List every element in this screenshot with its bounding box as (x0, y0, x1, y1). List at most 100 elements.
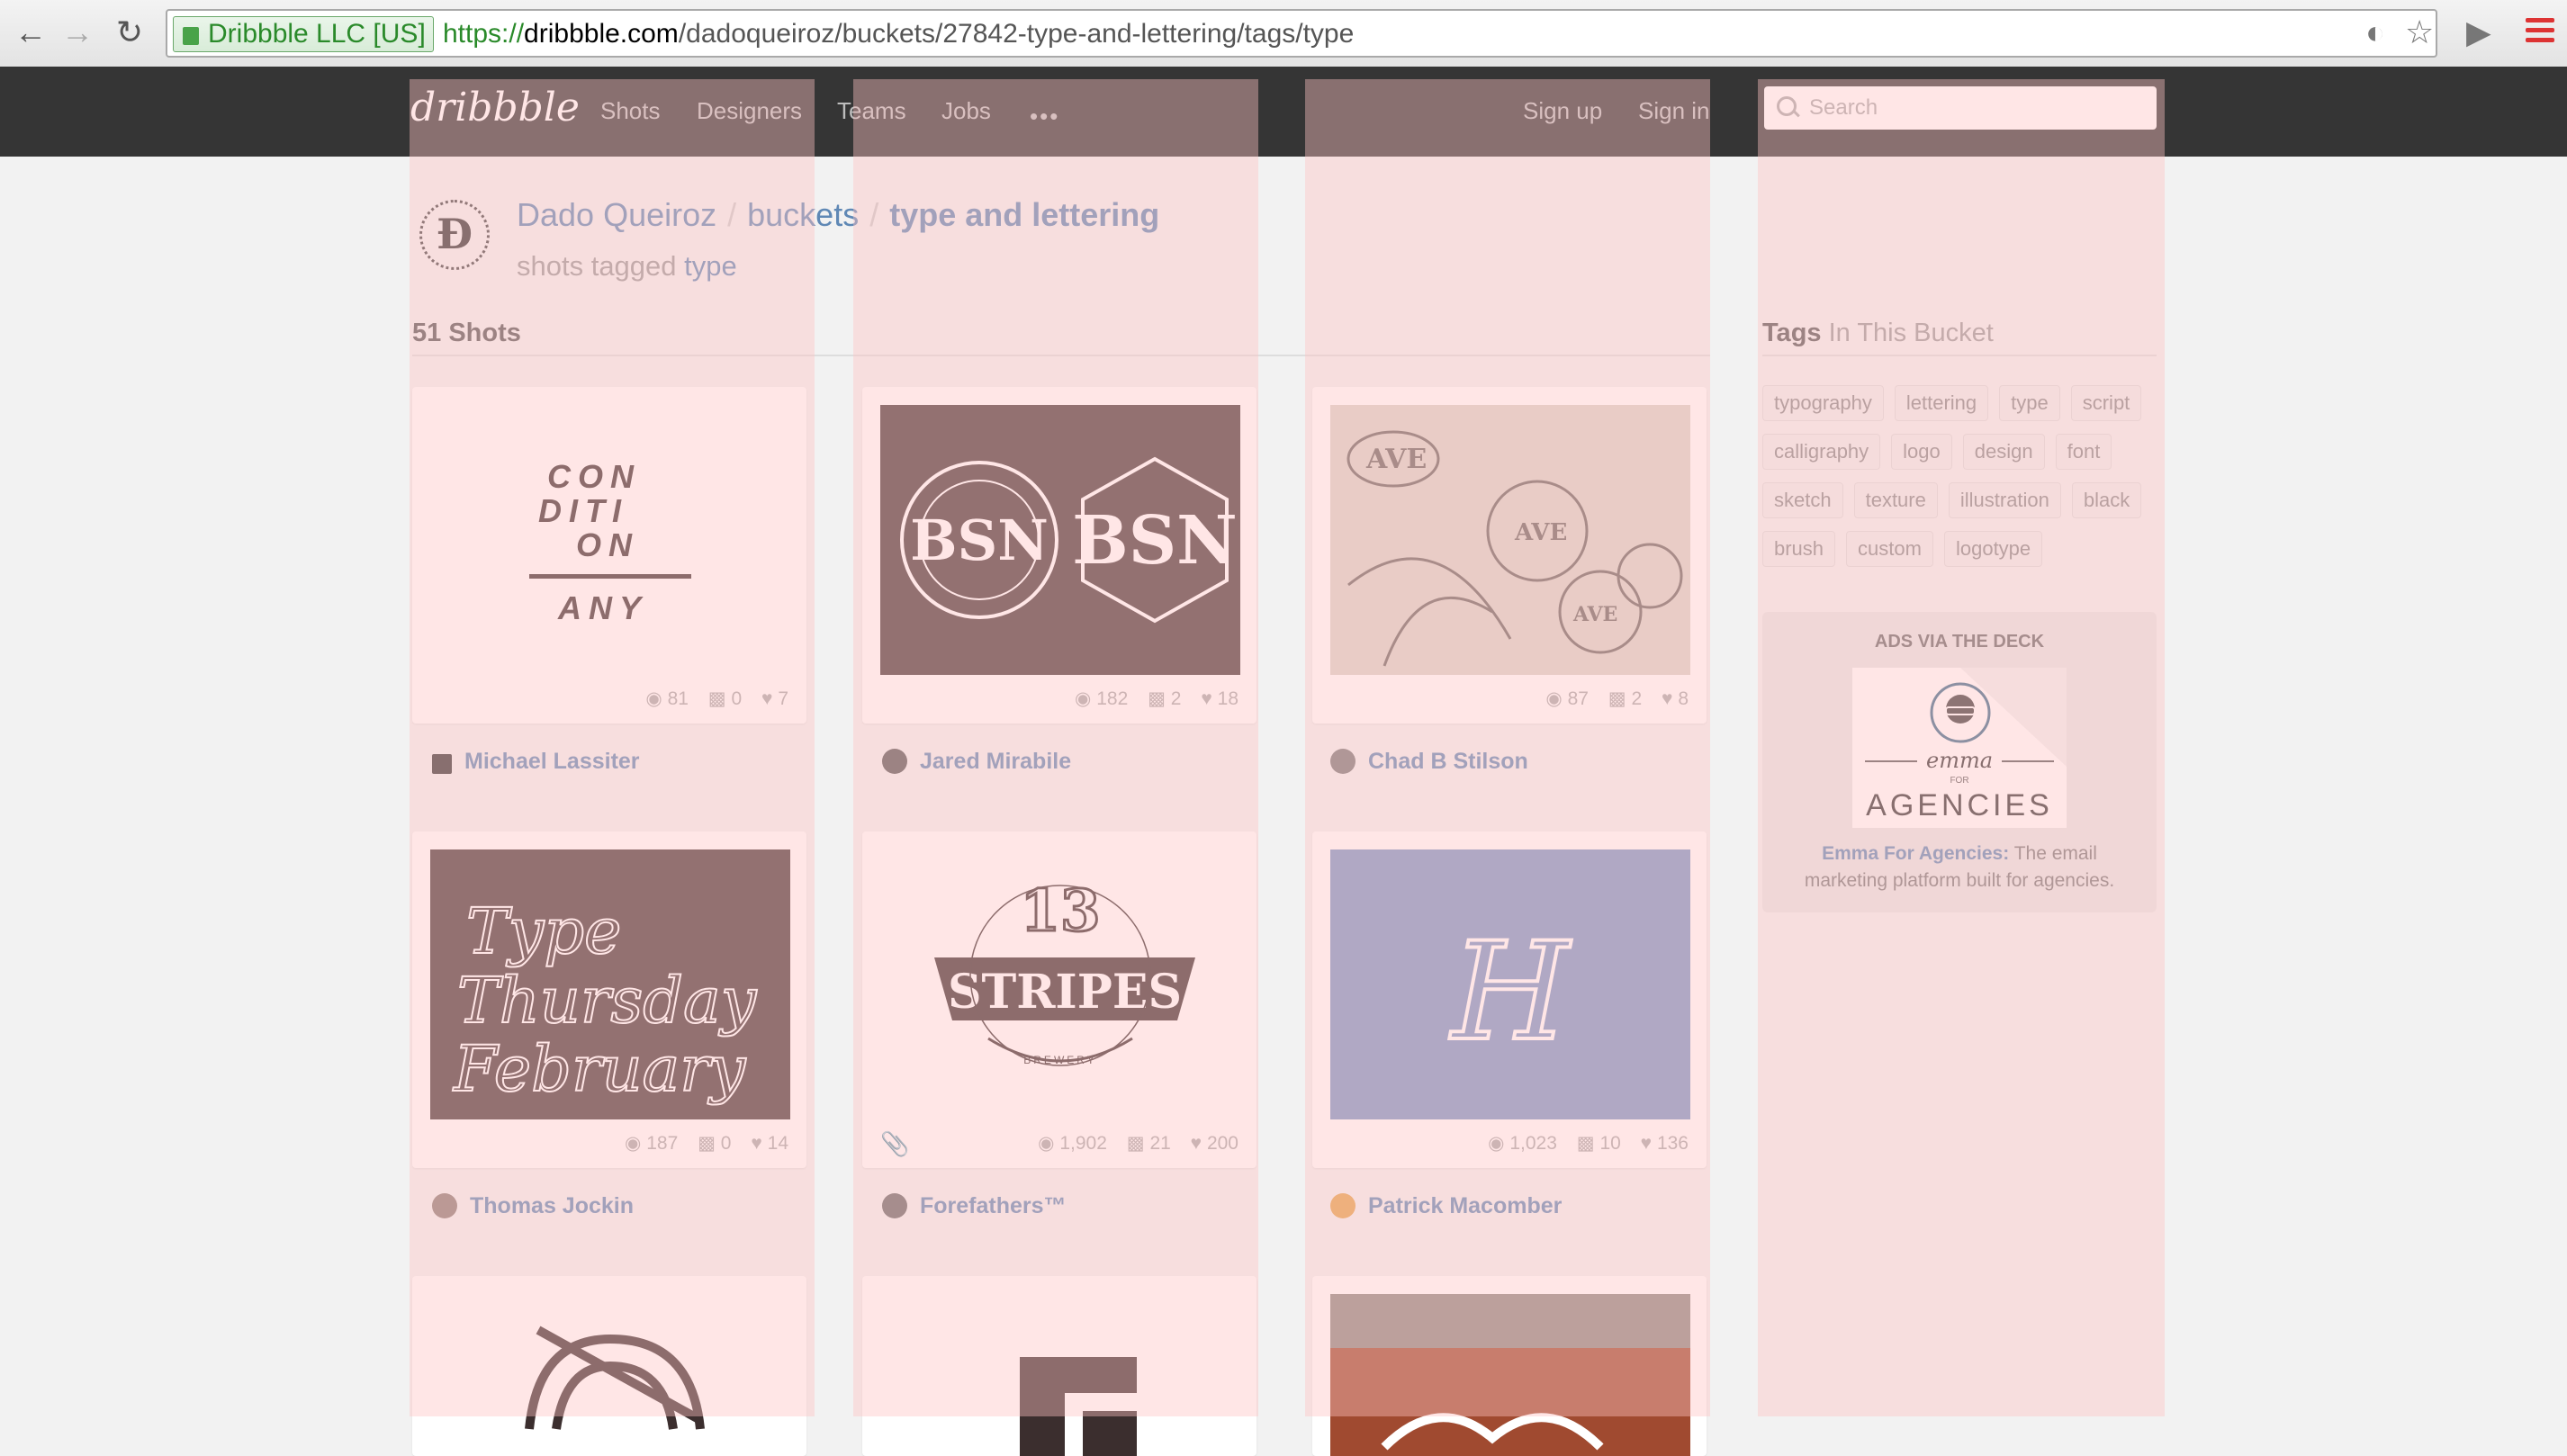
shot-card[interactable]: CON DITI ON ANY CON ◉ 81 ▩ 0 ♥ 7 (412, 387, 806, 724)
svg-text:ANY: ANY (557, 589, 648, 626)
shot-card[interactable]: H ◉ 1,023 ▩ 10 ♥ 136 (1312, 831, 1707, 1168)
svg-text:BSN: BSN (910, 508, 1049, 573)
tag-font[interactable]: font (2055, 434, 2112, 470)
ev-certificate-badge[interactable]: Dribbble LLC [US] (173, 16, 434, 52)
tag-custom[interactable]: custom (1846, 531, 1933, 567)
dribbble-logo[interactable]: dribbble (410, 85, 580, 130)
shot-card[interactable]: BSN BSN ◉ 182 ▩ 2 ♥ 18 (862, 387, 1256, 724)
shot-stats: ◉ 1,023 ▩ 10 ♥ 136 (1488, 1133, 1689, 1154)
address-bar[interactable]: Dribbble LLC [US] https://dribbble.com/d… (166, 9, 2437, 58)
tag-texture[interactable]: texture (1853, 482, 1938, 518)
browser-toolbar: ← → ↻ Dribbble LLC [US] https://dribbble… (0, 0, 2567, 67)
ad-image[interactable]: emma FOR AGENCIES (1852, 668, 2067, 828)
tag-black[interactable]: black (2071, 482, 2142, 518)
search-input[interactable]: Search (1764, 86, 2157, 130)
shot-stats: ◉ 182 ▩ 2 ♥ 18 (1075, 688, 1238, 709)
shot-card[interactable]: Type Thursday February ◉ 187 ▩ 0 ♥ 14 (412, 831, 806, 1168)
shot-thumbnail[interactable] (880, 1294, 1240, 1456)
svg-text:February: February (452, 1032, 747, 1106)
views-icon: ◉ (645, 688, 662, 709)
shot-card[interactable]: 13 STRIPES BREWERY 📎 ◉ 1,902 ▩ 21 ♥ 200 (862, 831, 1256, 1168)
nav-designers[interactable]: Designers (697, 97, 802, 125)
comments-icon: ▩ (698, 1133, 716, 1154)
player-link[interactable]: Thomas Jockin (432, 1193, 634, 1219)
forward-icon[interactable]: → (59, 14, 95, 50)
views-icon: ◉ (1075, 688, 1092, 709)
nav-jobs[interactable]: Jobs (941, 97, 991, 125)
extension-icon[interactable]: ▶ (2466, 14, 2491, 50)
shot-thumbnail[interactable]: H (1330, 849, 1690, 1119)
ad-description: Emma For Agencies: The email marketing p… (1804, 843, 2115, 891)
shot-thumbnail[interactable]: BSN BSN (880, 405, 1240, 675)
likes-icon[interactable]: ♥ (1662, 688, 1672, 709)
lock-icon (183, 27, 199, 45)
player-link[interactable]: Michael Lassiter (432, 749, 640, 775)
shot-card[interactable]: AVE AVE AVE ◉ 87 ▩ 2 ♥ 8 (1312, 387, 1707, 724)
bookmark-star-icon[interactable]: ☆ (2405, 14, 2434, 50)
tag-list: typography lettering type script calligraphy… (1762, 385, 2158, 580)
tag-typography[interactable]: typography (1762, 385, 1884, 421)
site-header: dribbble Shots Designers Teams Jobs ••• … (0, 67, 2567, 157)
player-avatar (1330, 749, 1356, 774)
player-link[interactable]: Chad B Stilson (1330, 749, 1528, 775)
shot-card[interactable] (1312, 1276, 1707, 1456)
cookie-icon[interactable]: ◐ (2365, 14, 2385, 50)
shot-thumbnail[interactable]: CON DITI ON ANY CON (430, 405, 790, 675)
svg-text:AVE: AVE (1365, 444, 1427, 475)
tag-link[interactable]: type (684, 250, 737, 282)
tag-lettering[interactable]: lettering (1894, 385, 1989, 421)
attachment-icon[interactable]: 📎 (880, 1130, 909, 1158)
player-link[interactable]: Patrick Macomber (1330, 1193, 1562, 1219)
divider (412, 355, 1710, 356)
views-icon: ◉ (1488, 1133, 1505, 1154)
shot-thumbnail[interactable]: 13 STRIPES BREWERY (880, 849, 1240, 1119)
player-link[interactable]: Forefathers™ (882, 1193, 1067, 1219)
tag-type[interactable]: type (1999, 385, 2060, 421)
tag-script[interactable]: script (2070, 385, 2142, 421)
likes-icon[interactable]: ♥ (1641, 1133, 1652, 1154)
svg-text:AVE: AVE (1514, 519, 1567, 546)
ad-link[interactable]: Emma For Agencies: (1822, 843, 2009, 864)
bucket-name-link[interactable]: type and lettering (889, 196, 1159, 233)
shot-card[interactable] (412, 1276, 806, 1456)
views-icon: ◉ (1545, 688, 1563, 709)
tag-design[interactable]: design (1962, 434, 2045, 470)
svg-text:DITI: DITI (538, 492, 628, 529)
back-icon[interactable]: ← (13, 14, 49, 50)
url-text[interactable]: https://dribbble.com/dadoqueiroz/buckets… (443, 16, 1354, 52)
buckets-link[interactable]: buckets (747, 196, 859, 233)
tag-brush[interactable]: brush (1762, 531, 1836, 567)
owner-avatar[interactable]: Đ (419, 200, 490, 270)
browser-menu-icon[interactable] (2526, 18, 2554, 45)
divider (1762, 355, 2157, 356)
svg-text:AVE: AVE (1572, 603, 1617, 626)
likes-icon[interactable]: ♥ (1191, 1133, 1202, 1154)
shot-thumbnail[interactable]: AVE AVE AVE (1330, 405, 1690, 675)
likes-icon[interactable]: ♥ (1201, 688, 1211, 709)
tag-calligraphy[interactable]: calligraphy (1762, 434, 1881, 470)
tag-illustration[interactable]: illustration (1948, 482, 2061, 518)
tag-sketch[interactable]: sketch (1762, 482, 1843, 518)
signin-link[interactable]: Sign in (1638, 97, 1710, 125)
nav-shots[interactable]: Shots (600, 97, 661, 125)
svg-text:BREWERY: BREWERY (1023, 1054, 1096, 1066)
signup-link[interactable]: Sign up (1523, 97, 1602, 125)
shot-stats: ◉ 187 ▩ 0 ♥ 14 (625, 1133, 788, 1154)
shot-thumbnail[interactable] (1330, 1294, 1690, 1456)
nav-more-icon[interactable]: ••• (1030, 103, 1059, 130)
tag-logotype[interactable]: logotype (1943, 531, 2043, 567)
shot-thumbnail[interactable] (430, 1294, 790, 1456)
comments-icon: ▩ (1608, 688, 1626, 709)
likes-icon[interactable]: ♥ (761, 688, 772, 709)
nav-teams[interactable]: Teams (837, 97, 906, 125)
player-avatar (1330, 1193, 1356, 1218)
shot-card[interactable] (862, 1276, 1256, 1456)
svg-text:FOR: FOR (1950, 776, 1968, 786)
tag-logo[interactable]: logo (1891, 434, 1952, 470)
owner-link[interactable]: Dado Queiroz (517, 196, 716, 233)
likes-icon[interactable]: ♥ (751, 1133, 761, 1154)
breadcrumb: Dado Queiroz / buckets / type and lettering (517, 196, 1160, 233)
reload-icon[interactable]: ↻ (112, 14, 148, 50)
shot-thumbnail[interactable]: Type Thursday February (430, 849, 790, 1119)
player-link[interactable]: Jared Mirabile (882, 749, 1071, 775)
